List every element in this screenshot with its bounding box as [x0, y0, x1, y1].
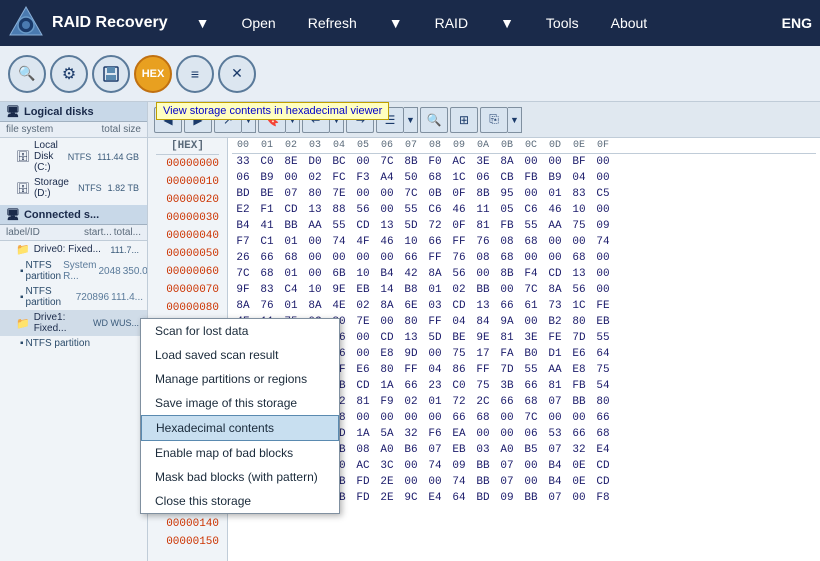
- ctx-mask-bad[interactable]: Mask bad blocks (with pattern): [141, 465, 339, 489]
- hex-grid-btn[interactable]: ⊞: [450, 107, 478, 133]
- scan-btn[interactable]: ⚙: [50, 55, 88, 93]
- nav-about[interactable]: About: [595, 0, 664, 46]
- ctx-hex[interactable]: Hexadecimal contents: [141, 415, 339, 441]
- address-cell: 00000080: [156, 299, 219, 317]
- address-cell: 00000060: [156, 263, 219, 281]
- hex-data-row: 2666680000000066FF76086800006800: [232, 250, 816, 266]
- disk-icon-d: 🗄: [16, 182, 30, 195]
- address-cell: 00000010: [156, 173, 219, 191]
- address-cell: 00000020: [156, 191, 219, 209]
- local-disk-c[interactable]: 🗄 Local Disk (C:) NTFS 111.44 GB: [0, 138, 147, 175]
- hex-data-row: 06B90002FCF3A450681C06CBFBB90400: [232, 170, 816, 186]
- nav-menu: ▼ Open Refresh ▼ RAID ▼ Tools About: [180, 0, 782, 46]
- left-panel: 🖥 Logical disks file system total size 🗄…: [0, 102, 148, 561]
- hex-data-row: 33C08ED0BC007C8BF0AC3E8A0000BF00: [232, 154, 816, 170]
- monitor-icon: 🖥: [6, 105, 20, 118]
- hex-data-row: 8A76018A4E028A6E03CD136661731CFE: [232, 298, 816, 314]
- drive0-partition1[interactable]: ▪ NTFS partition System R... 2048 350.0.…: [0, 258, 147, 284]
- hdd-icon-0: 📁: [16, 243, 30, 256]
- hex-data-row: 7C6801006B10B4428A56008BF4CD1300: [232, 266, 816, 282]
- hex-data-row: F7C10100744F461066FF760868000074: [232, 234, 816, 250]
- connected-storage-header: 🖥 Connected s...: [0, 205, 147, 225]
- partition-icon-1: ▪: [20, 266, 24, 277]
- ctx-load[interactable]: Load saved scan result: [141, 343, 339, 367]
- logo-icon: [8, 5, 44, 41]
- partition-icon-3: ▪: [20, 338, 24, 349]
- context-menu: Scan for lost data Load saved scan resul…: [140, 318, 340, 514]
- address-cell: 00000050: [156, 245, 219, 263]
- language-selector[interactable]: ENG: [782, 15, 812, 31]
- hex-data-row: BDBE07807E00007C0B0F8B95000183C5: [232, 186, 816, 202]
- app-title: RAID Recovery: [52, 14, 168, 32]
- partition-icon-2: ▪: [20, 292, 24, 303]
- ctx-manage[interactable]: Manage partitions or regions: [141, 367, 339, 391]
- save-icon: [101, 64, 121, 84]
- hdd-icon-1: 📁: [16, 317, 30, 330]
- drive0-fixed[interactable]: 📁 Drive0: Fixed... 111.7...: [0, 241, 147, 258]
- nav-arrow1[interactable]: ▼: [180, 0, 226, 46]
- hex-btn[interactable]: HEX: [134, 55, 172, 93]
- save-btn[interactable]: [92, 55, 130, 93]
- hex-data-row: E2F1CD1388560055C6461105C6461000: [232, 202, 816, 218]
- hex-byte-headers: 000102030405060708090A0B0C0D0E0F: [232, 138, 816, 154]
- nav-arrow3[interactable]: ▼: [484, 0, 530, 46]
- address-cell: 00000030: [156, 209, 219, 227]
- ctx-scan[interactable]: Scan for lost data: [141, 319, 339, 343]
- drive1-fixed[interactable]: 📁 Drive1: Fixed... WD WUS...: [0, 310, 147, 336]
- address-cell: 00000040: [156, 227, 219, 245]
- logical-disks-header: 🖥 Logical disks: [0, 102, 147, 122]
- toolbar-tooltip: View storage contents in hexadecimal vie…: [156, 102, 389, 120]
- close-btn[interactable]: ✕: [218, 55, 256, 93]
- copy-arrow[interactable]: ▼: [508, 107, 522, 133]
- app-logo: RAID Recovery: [8, 5, 168, 41]
- search-btn[interactable]: 🔍: [8, 55, 46, 93]
- nav-refresh[interactable]: Refresh: [292, 0, 373, 46]
- hex-search-btn[interactable]: 🔍: [420, 107, 448, 133]
- disk-icon-c: 🗄: [16, 150, 30, 163]
- ctx-bad-blocks[interactable]: Enable map of bad blocks: [141, 441, 339, 465]
- copy-btn[interactable]: ⎘: [480, 107, 508, 133]
- address-cell: 00000140: [156, 515, 219, 533]
- drive0-partition2[interactable]: ▪ NTFS partition 720896 111.4...: [0, 284, 147, 310]
- nav-raid[interactable]: RAID: [419, 0, 484, 46]
- list-view-arrow[interactable]: ▼: [404, 107, 418, 133]
- storage-icon: 🖥: [6, 208, 20, 221]
- nav-open[interactable]: Open: [225, 0, 291, 46]
- hex-data-row: B441BBAA55CD135D720F81FB55AA7509: [232, 218, 816, 234]
- main-layout: 🖥 Logical disks file system total size 🗄…: [0, 102, 820, 561]
- disk-col-headers: file system total size: [0, 122, 147, 138]
- list-btn[interactable]: ≡: [176, 55, 214, 93]
- toolbar: 🔍 ⚙ HEX ≡ ✕ View storage contents in hex…: [0, 46, 820, 102]
- hex-header-addr: [HEX]: [156, 138, 219, 155]
- address-cell: 00000000: [156, 155, 219, 173]
- nav-arrow2[interactable]: ▼: [373, 0, 419, 46]
- drive-col-headers: label/ID start... total...: [0, 225, 147, 241]
- copy-group: ⎘ ▼: [480, 107, 522, 133]
- address-cell: 00000070: [156, 281, 219, 299]
- hex-data-row: 9F83C4109EEB14B80102BB007C8A5600: [232, 282, 816, 298]
- ctx-close[interactable]: Close this storage: [141, 489, 339, 513]
- storage-disk-d[interactable]: 🗄 Storage (D:) NTFS 1.82 TB: [0, 175, 147, 201]
- address-cell: 00000150: [156, 533, 219, 551]
- ctx-save-image[interactable]: Save image of this storage: [141, 391, 339, 415]
- drive1-partition1[interactable]: ▪ NTFS partition: [0, 336, 147, 351]
- nav-tools[interactable]: Tools: [530, 0, 595, 46]
- nav-bar: RAID Recovery ▼ Open Refresh ▼ RAID ▼ To…: [0, 0, 820, 46]
